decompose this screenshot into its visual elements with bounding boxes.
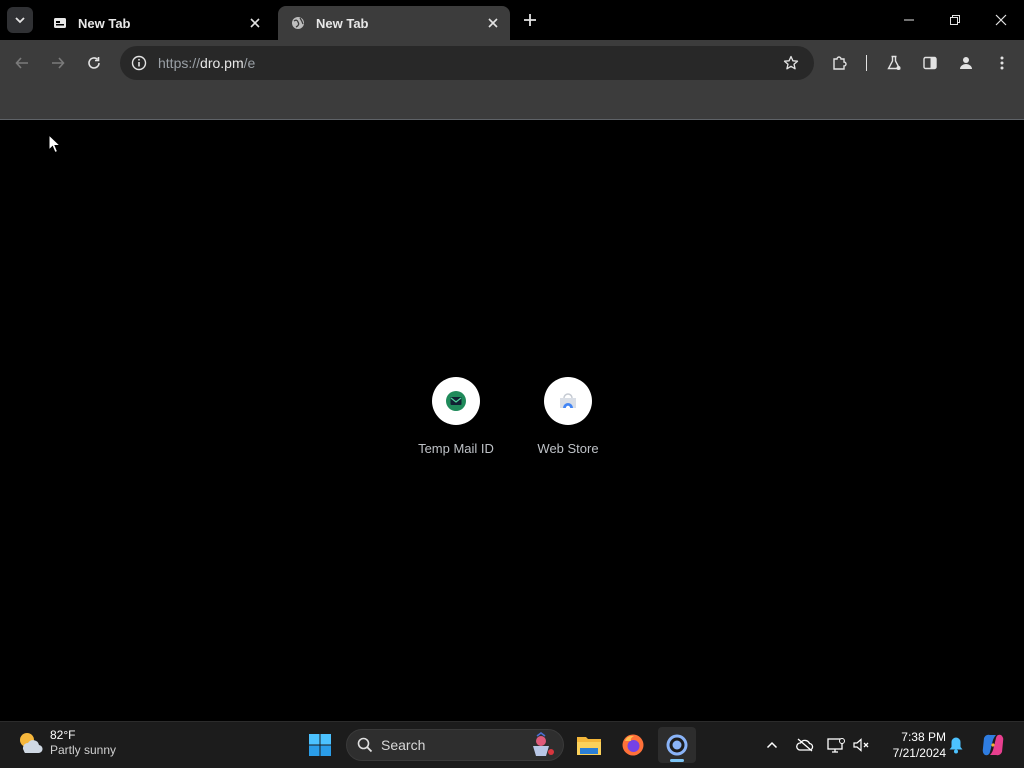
weather-widget[interactable]: 82°F Partly sunny [16, 728, 116, 758]
weather-condition: Partly sunny [50, 743, 117, 757]
menu-button[interactable] [988, 49, 1016, 77]
temp-mail-icon [432, 377, 480, 425]
minimize-button[interactable] [886, 0, 932, 40]
shortcut-label: Web Store [537, 441, 599, 456]
chrome-icon [666, 734, 688, 756]
more-vert-icon [1000, 56, 1004, 70]
forward-button[interactable] [44, 49, 72, 77]
cloud-off-icon [796, 738, 814, 752]
search-label: Search [381, 737, 426, 753]
network-tray-button[interactable] [826, 735, 846, 755]
search-highlight-icon [533, 732, 554, 756]
volume-tray-button[interactable] [852, 735, 872, 755]
bookmark-star-icon[interactable] [774, 46, 808, 80]
url-path: /e [243, 55, 256, 71]
bookmarks-bar [0, 86, 1024, 120]
network-icon [827, 738, 845, 753]
temp-mail-favicon [52, 15, 68, 31]
minimize-icon [904, 19, 914, 21]
new-tab-page: Temp Mail ID Web Store [0, 121, 1024, 721]
tab-title: New Tab [78, 15, 131, 31]
close-icon [995, 14, 1007, 26]
toolbar-divider [866, 55, 867, 71]
back-button[interactable] [8, 49, 36, 77]
tray-overflow-button[interactable] [762, 735, 782, 755]
weather-temperature: 82°F [50, 728, 76, 742]
windows-taskbar: 82°F Partly sunny Search 7:38 PM 7/21/20… [0, 721, 1024, 768]
chevron-up-icon [766, 741, 778, 749]
search-icon [357, 737, 373, 753]
onedrive-tray-button[interactable] [795, 735, 815, 755]
reload-icon [88, 57, 100, 69]
puzzle-icon [833, 56, 847, 70]
chevron-down-icon [15, 17, 25, 24]
arrow-left-icon [15, 57, 28, 69]
windows-logo-icon [309, 734, 331, 756]
file-explorer-button[interactable] [570, 727, 608, 763]
flask-icon [887, 55, 901, 70]
globe-icon [290, 15, 306, 31]
close-window-button[interactable] [978, 0, 1024, 40]
plus-icon [524, 14, 536, 26]
shortcut-web-store[interactable]: Web Store [512, 377, 624, 456]
tab-strip: New Tab New Tab [0, 0, 1024, 40]
tab-inactive[interactable]: New Tab [40, 6, 272, 40]
reload-button[interactable] [80, 49, 108, 77]
chrome-button[interactable] [658, 727, 696, 763]
labs-button[interactable] [880, 49, 908, 77]
clock-time: 7:38 PM [901, 730, 946, 744]
start-button[interactable] [301, 727, 339, 763]
copilot-button[interactable] [980, 732, 1006, 758]
restore-button[interactable] [932, 0, 978, 40]
side-panel-button[interactable] [916, 49, 944, 77]
profile-button[interactable] [952, 49, 980, 77]
address-bar[interactable]: https://dro.pm/e [120, 46, 814, 80]
tab-active[interactable]: New Tab [278, 6, 510, 40]
partly-sunny-icon [20, 733, 43, 754]
restore-icon [950, 15, 960, 25]
shortcut-label: Temp Mail ID [418, 441, 494, 456]
bell-icon [949, 737, 963, 754]
firefox-button[interactable] [614, 727, 652, 763]
tab-title: New Tab [316, 15, 369, 31]
folder-icon [577, 737, 601, 755]
shortcut-temp-mail[interactable]: Temp Mail ID [400, 377, 512, 456]
side-panel-icon [923, 56, 937, 70]
speaker-muted-icon [853, 738, 869, 752]
close-tab-icon[interactable] [246, 14, 264, 32]
taskbar-clock[interactable]: 7:38 PM 7/21/2024 [880, 729, 946, 761]
extensions-button[interactable] [826, 49, 854, 77]
copilot-icon [982, 734, 1004, 756]
url-host: dro.pm [200, 55, 244, 71]
url-text[interactable]: https://dro.pm/e [156, 55, 774, 71]
close-tab-icon[interactable] [484, 14, 502, 32]
arrow-right-icon [52, 57, 65, 69]
person-icon [960, 57, 972, 69]
tab-search-button[interactable] [7, 7, 33, 33]
browser-toolbar: https://dro.pm/e [0, 40, 1024, 86]
mouse-cursor-icon [48, 134, 62, 154]
taskbar-search[interactable]: Search [346, 729, 564, 761]
new-tab-button[interactable] [518, 8, 542, 32]
url-scheme: https:// [158, 55, 201, 71]
web-store-icon [544, 377, 592, 425]
firefox-icon [622, 734, 644, 756]
clock-date: 7/21/2024 [892, 746, 946, 760]
site-info-icon[interactable] [122, 46, 156, 80]
active-app-indicator [670, 759, 684, 762]
notifications-button[interactable] [946, 735, 966, 755]
